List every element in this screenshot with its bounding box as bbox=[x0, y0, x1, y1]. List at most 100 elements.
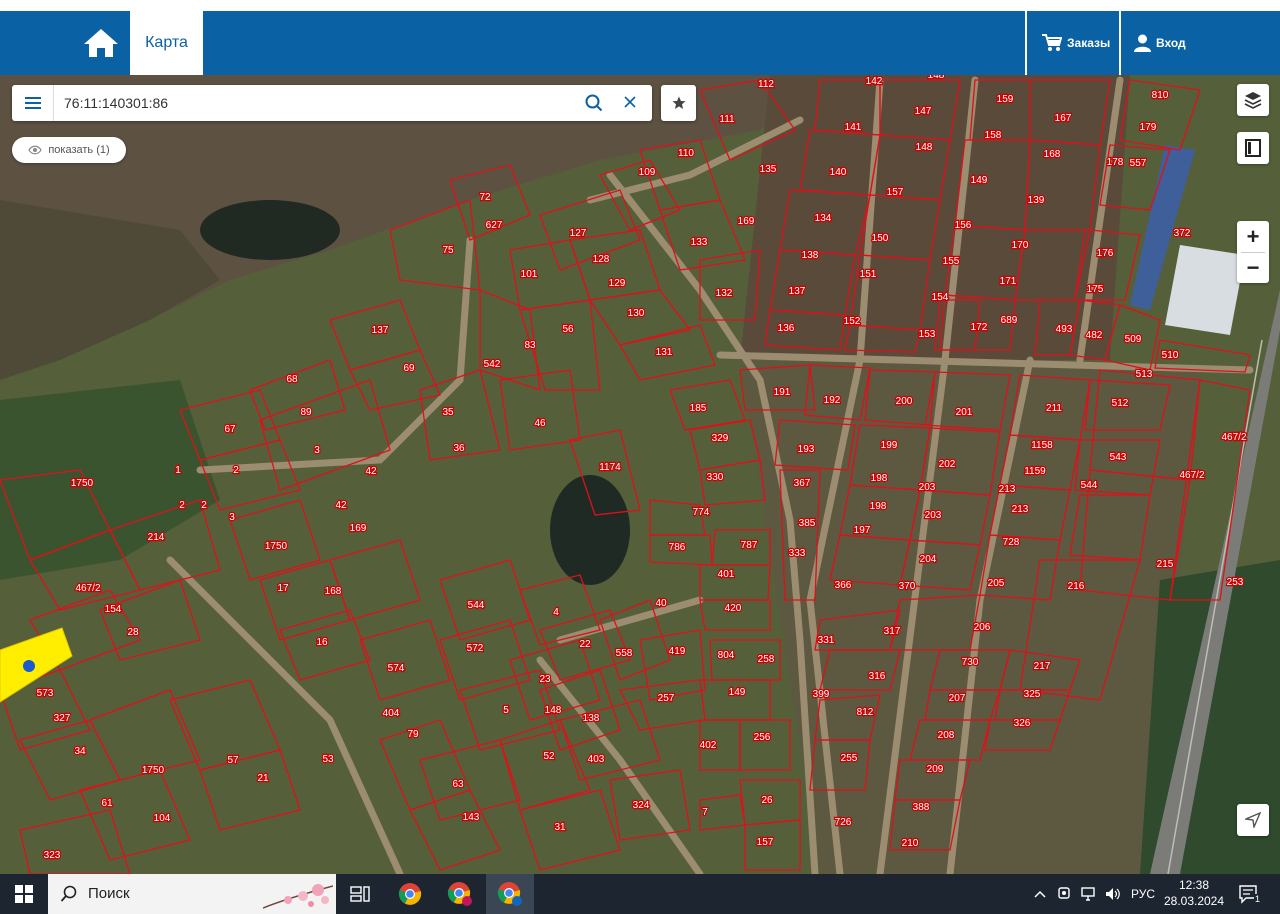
search-bar bbox=[12, 85, 652, 121]
search-input[interactable] bbox=[64, 92, 574, 114]
plot-number-label: 63 bbox=[452, 779, 464, 790]
orders-label: Заказы bbox=[1067, 36, 1111, 50]
plot-number-label: 171 bbox=[1000, 276, 1017, 287]
plot-number-label: 197 bbox=[854, 525, 871, 536]
plot-number-label: 215 bbox=[1157, 559, 1174, 570]
plot-number-label: 217 bbox=[1034, 661, 1051, 672]
locate-button[interactable] bbox=[1237, 804, 1269, 836]
plot-number-label: 191 bbox=[774, 387, 791, 398]
show-results-label: показать (1) bbox=[48, 144, 110, 156]
plot-number-label: 159 bbox=[997, 94, 1014, 105]
plot-number-label: 367 bbox=[794, 478, 811, 489]
plot-number-label: 213 bbox=[1012, 504, 1029, 515]
plot-number-label: 205 bbox=[988, 578, 1005, 589]
plot-number-label: 167 bbox=[1055, 113, 1072, 124]
plot-number-label: 1750 bbox=[142, 765, 165, 776]
plot-number-label: 179 bbox=[1140, 122, 1157, 133]
plot-number-label: 132 bbox=[716, 288, 733, 299]
plot-number-label: 253 bbox=[1227, 577, 1244, 588]
clock-date: 28.03.2024 bbox=[1163, 894, 1225, 908]
plot-number-label: 135 bbox=[760, 164, 777, 175]
login-label: Вход bbox=[1156, 36, 1186, 50]
eye-icon bbox=[28, 145, 43, 155]
plot-number-label: 544 bbox=[1081, 480, 1098, 491]
plot-number-label: 46 bbox=[534, 418, 546, 429]
plot-number-label: 156 bbox=[955, 220, 972, 231]
taskbar-clock[interactable]: 12:38 28.03.2024 bbox=[1162, 877, 1226, 909]
plot-number-label: 200 bbox=[896, 396, 913, 407]
plot-number-label: 127 bbox=[570, 228, 587, 239]
chrome-active-taskbar-button[interactable] bbox=[486, 874, 534, 914]
favorites-button[interactable] bbox=[661, 85, 696, 121]
book-icon bbox=[1245, 139, 1261, 157]
user-icon bbox=[1134, 34, 1151, 52]
plot-number-label: 543 bbox=[1110, 452, 1127, 463]
layers-button[interactable] bbox=[1237, 84, 1269, 116]
plot-number-label: 176 bbox=[1097, 248, 1114, 259]
orders-button[interactable]: Заказы bbox=[1042, 11, 1110, 75]
plot-number-label: 2 bbox=[201, 500, 207, 511]
plot-number-label: 572 bbox=[467, 643, 484, 654]
tab-map[interactable]: Карта bbox=[130, 11, 203, 75]
plot-number-label: 216 bbox=[1068, 581, 1085, 592]
plot-number-label: 150 bbox=[872, 233, 889, 244]
home-button[interactable] bbox=[82, 27, 120, 59]
plot-number-label: 213 bbox=[999, 484, 1016, 495]
chevron-up-icon bbox=[1034, 890, 1046, 898]
plot-number-label: 1750 bbox=[265, 541, 288, 552]
plot-number-label: 1159 bbox=[1024, 466, 1046, 477]
plot-number-label: 211 bbox=[1046, 403, 1062, 414]
search-icon[interactable] bbox=[585, 94, 603, 117]
volume-icon[interactable] bbox=[1104, 874, 1122, 914]
plot-number-label: 810 bbox=[1152, 90, 1169, 101]
network-icon[interactable] bbox=[1080, 874, 1098, 914]
start-button[interactable] bbox=[0, 874, 48, 914]
plot-number-label: 201 bbox=[956, 407, 973, 418]
legend-button[interactable] bbox=[1237, 132, 1269, 164]
header-divider bbox=[1025, 11, 1027, 75]
plot-number-label: 138 bbox=[583, 713, 600, 724]
language-indicator[interactable]: РУС bbox=[1131, 874, 1155, 914]
plot-number-label: 83 bbox=[524, 340, 536, 351]
plot-number-label: 366 bbox=[835, 580, 852, 591]
plot-number-label: 112 bbox=[758, 79, 774, 90]
plot-number-label: 131 bbox=[656, 347, 673, 358]
chrome-taskbar-button[interactable] bbox=[386, 874, 434, 914]
plot-number-label: 137 bbox=[789, 286, 806, 297]
zoom-out-button[interactable]: − bbox=[1237, 252, 1269, 283]
notifications-button[interactable]: 1 bbox=[1238, 874, 1262, 914]
plot-number-label: 627 bbox=[486, 220, 503, 231]
close-icon[interactable] bbox=[622, 94, 638, 115]
plot-number-label: 140 bbox=[830, 167, 847, 178]
plot-number-label: 42 bbox=[335, 500, 347, 511]
plot-number-label: 148 bbox=[545, 705, 562, 716]
windows-taskbar: Поиск РУС 12:38 28.03.2024 1 bbox=[0, 874, 1280, 914]
star-icon bbox=[672, 96, 685, 109]
meet-now-icon[interactable] bbox=[1057, 874, 1071, 914]
windows-logo-icon bbox=[15, 885, 33, 903]
satellite-map[interactable]: 112 142 148 159 810 111 141 147 158 167 179 110 109 1… bbox=[0, 0, 1280, 874]
plot-number-label: 388 bbox=[913, 802, 930, 813]
plot-number-label: 109 bbox=[639, 167, 656, 178]
plot-number-label: 202 bbox=[939, 459, 956, 470]
plot-number-label: 185 bbox=[690, 403, 707, 414]
plot-number-label: 168 bbox=[1044, 149, 1061, 160]
navigation-arrow-icon bbox=[1245, 812, 1261, 828]
chrome-profile-taskbar-button[interactable] bbox=[436, 874, 484, 914]
taskbar-search[interactable]: Поиск bbox=[48, 874, 336, 914]
zoom-in-button[interactable]: + bbox=[1237, 221, 1269, 252]
clock-time: 12:38 bbox=[1178, 878, 1210, 892]
plot-number-label: 35 bbox=[442, 407, 454, 418]
login-button[interactable]: Вход bbox=[1134, 11, 1186, 75]
header-divider bbox=[1119, 11, 1121, 75]
show-hidden-icons[interactable] bbox=[1033, 874, 1047, 914]
app-header: Карта Заказы Вход bbox=[0, 11, 1280, 75]
plot-number-label: 510 bbox=[1162, 350, 1179, 361]
show-results-button[interactable]: показать (1) bbox=[12, 137, 126, 163]
plot-number-label: 544 bbox=[468, 600, 485, 611]
plot-number-label: 1 bbox=[175, 465, 181, 476]
menu-button[interactable] bbox=[12, 85, 54, 121]
hamburger-icon bbox=[24, 97, 41, 109]
task-view-button[interactable] bbox=[336, 874, 384, 914]
plot-number-label: 178 bbox=[1107, 157, 1124, 168]
